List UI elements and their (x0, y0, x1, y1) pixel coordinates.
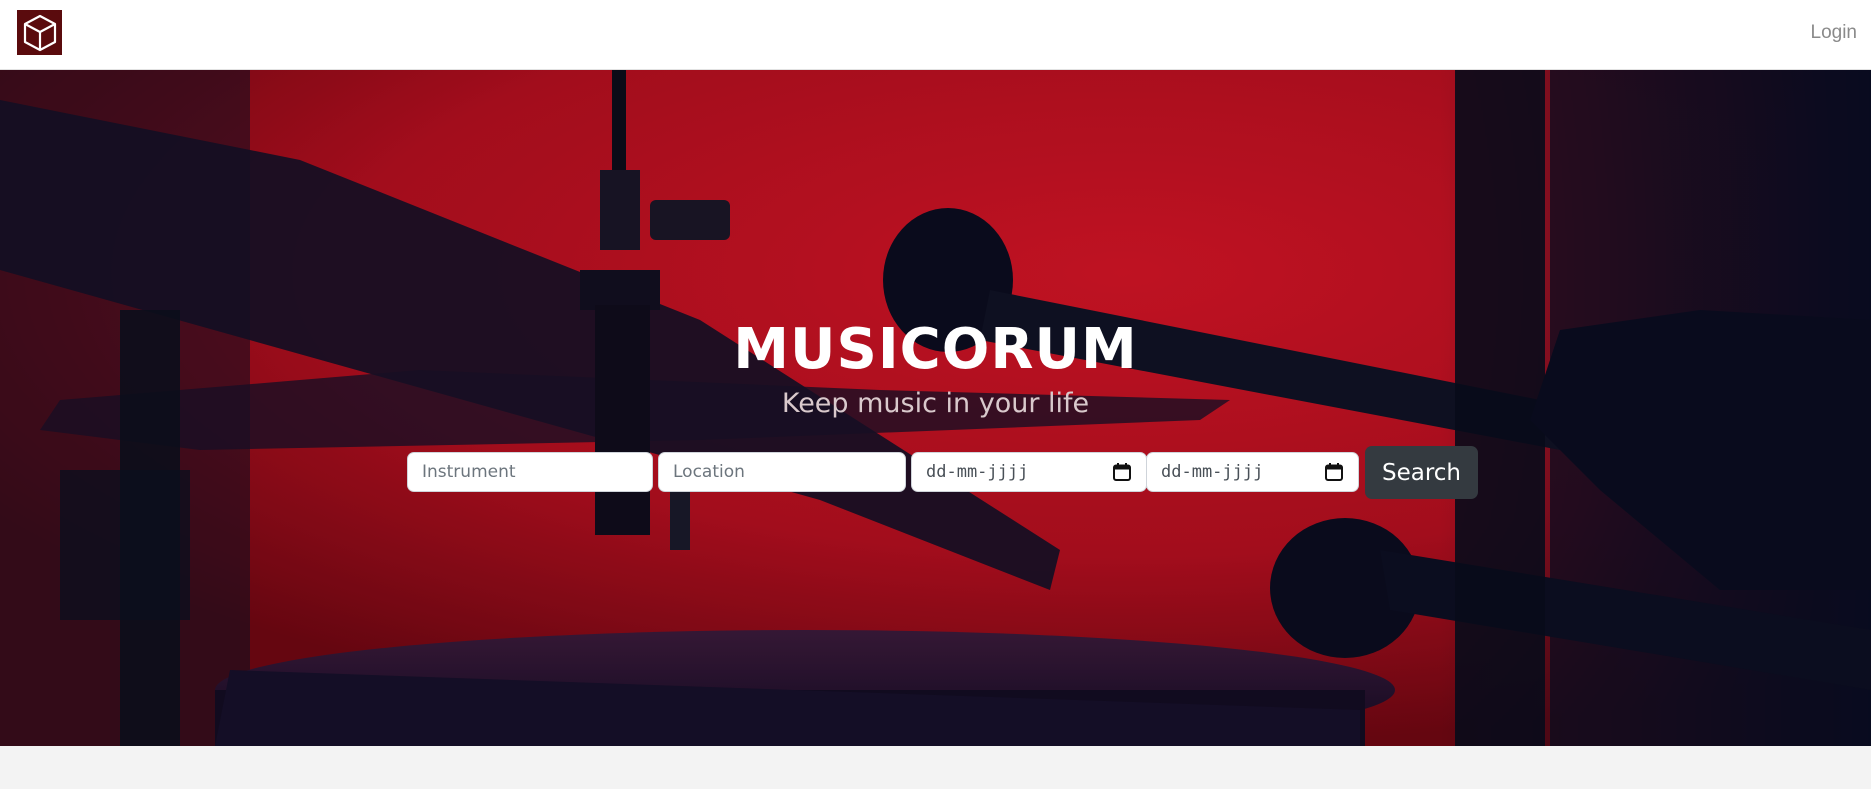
calendar-icon[interactable] (1112, 462, 1132, 482)
hero-banner: MUSICORUM Keep music in your life dd-mm-… (0, 70, 1871, 746)
location-input[interactable] (658, 452, 906, 492)
login-link[interactable]: Login (1811, 22, 1858, 44)
cube-icon (23, 14, 56, 51)
hero-title: MUSICORUM (733, 317, 1138, 382)
search-button[interactable]: Search (1365, 446, 1478, 499)
start-date-placeholder: dd-mm-jjjj (926, 462, 1029, 482)
hero-subtitle: Keep music in your life (781, 388, 1090, 419)
end-date-input[interactable]: dd-mm-jjjj (1146, 452, 1359, 492)
logo[interactable] (17, 10, 62, 55)
calendar-icon[interactable] (1324, 462, 1344, 482)
navbar: Login (0, 0, 1871, 70)
instrument-input[interactable] (407, 452, 653, 492)
start-date-input[interactable]: dd-mm-jjjj (911, 452, 1147, 492)
end-date-placeholder: dd-mm-jjjj (1161, 462, 1264, 482)
